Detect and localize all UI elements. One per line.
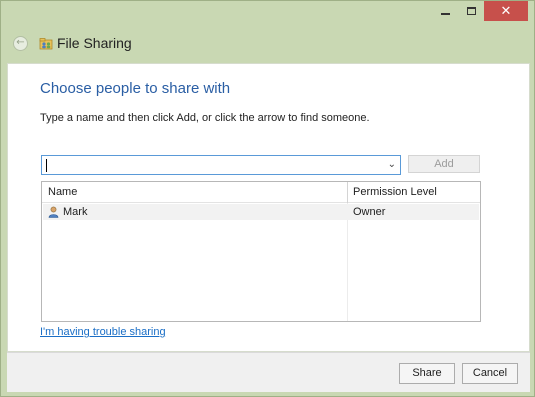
column-header-name[interactable]: Name <box>48 186 77 198</box>
list-header: Name Permission Level <box>42 182 480 203</box>
close-icon: ✕ <box>500 3 512 19</box>
name-combobox[interactable]: ⌄ <box>41 155 401 175</box>
dialog-content: Choose people to share with Type a name … <box>7 63 530 352</box>
page-title: Choose people to share with <box>40 80 231 97</box>
back-arrow-icon: ← <box>16 37 25 48</box>
row-permission[interactable]: Owner <box>353 206 385 218</box>
minimize-icon <box>440 13 450 15</box>
close-button[interactable]: ✕ <box>484 1 528 21</box>
file-sharing-window: ✕ ← File Sharing Choose people to share … <box>0 0 535 397</box>
window-title: File Sharing <box>57 35 132 51</box>
dialog-footer: Share Cancel <box>7 352 530 392</box>
sharing-list[interactable]: Name Permission Level Mark Owner <box>41 181 481 322</box>
column-header-permission[interactable]: Permission Level <box>353 186 437 198</box>
user-icon <box>48 206 59 218</box>
cancel-button[interactable]: Cancel <box>462 363 518 384</box>
back-button[interactable]: ← <box>13 36 28 51</box>
table-row[interactable]: Mark Owner <box>43 204 479 220</box>
text-caret <box>46 159 47 172</box>
share-button[interactable]: Share <box>399 363 455 384</box>
maximize-button[interactable] <box>458 1 484 21</box>
file-sharing-icon <box>39 38 53 50</box>
add-button[interactable]: Add <box>408 155 480 173</box>
caption-buttons: ✕ <box>432 1 528 21</box>
minimize-button[interactable] <box>432 1 458 21</box>
maximize-icon <box>466 7 476 15</box>
instruction-text: Type a name and then click Add, or click… <box>40 112 370 124</box>
row-name: Mark <box>63 206 88 218</box>
trouble-sharing-link[interactable]: I'm having trouble sharing <box>40 326 166 338</box>
title-bar: ← File Sharing <box>1 29 534 57</box>
header-separator <box>347 182 348 203</box>
chevron-down-icon[interactable]: ⌄ <box>388 159 396 170</box>
